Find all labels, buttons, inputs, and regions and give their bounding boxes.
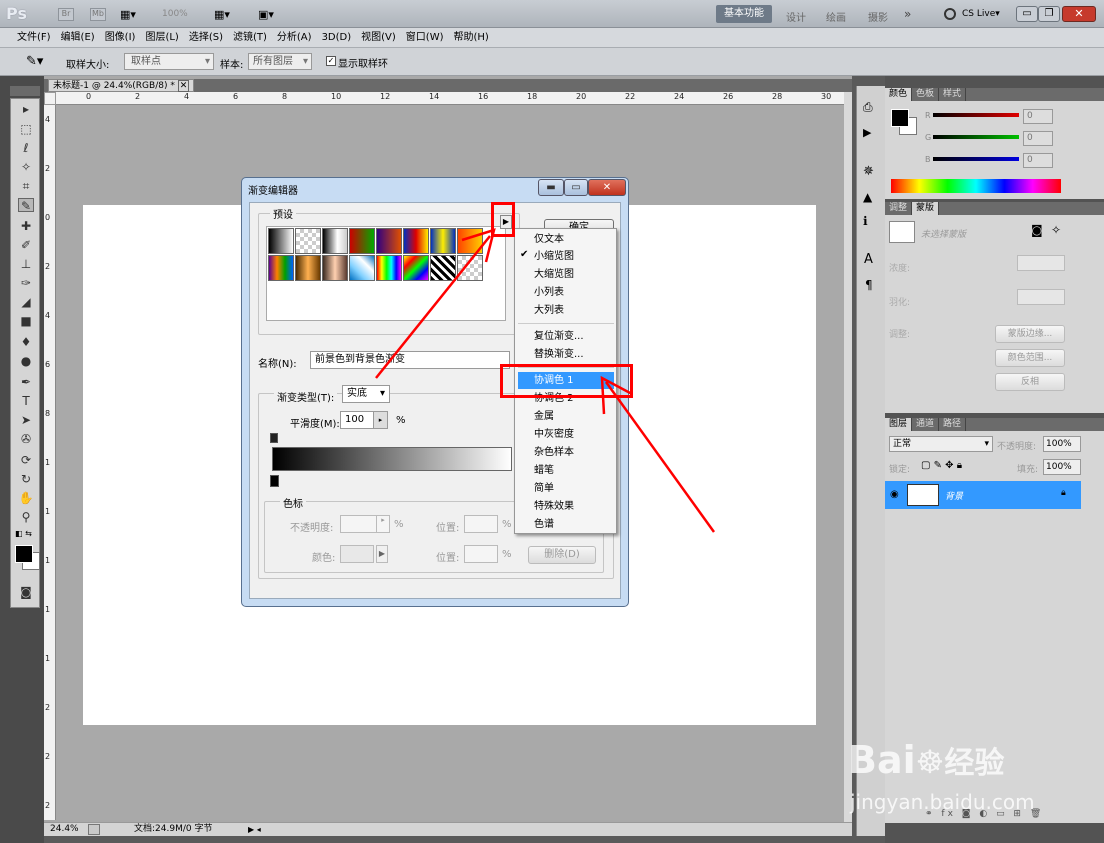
lock-label: 锁定:	[889, 465, 911, 475]
color-panel-foreground[interactable]	[891, 109, 909, 127]
annotation-arrow-line-2	[604, 381, 716, 533]
rgb-label: R	[925, 111, 931, 120]
tab-styles[interactable]: 样式	[939, 88, 967, 101]
masks-panel: 未选择蒙版 ◙ ✧ 浓度: 羽化: 调整: 蒙版边缘... 颜色范围... 反相	[885, 215, 1104, 413]
collapsed-panels-strip: ⎙ ▶ ✵ ▲ ℹ A ¶	[856, 86, 885, 836]
watermark-bai: Bai	[848, 738, 916, 782]
layer-thumbnail	[907, 484, 939, 506]
fill-input[interactable]: 100%	[1043, 459, 1081, 475]
tab-masks[interactable]: 蒙版	[912, 202, 940, 215]
rgb-slider[interactable]	[933, 135, 1019, 139]
opacity-label: 不透明度:	[997, 442, 1037, 452]
rgb-slider[interactable]	[933, 113, 1019, 117]
tab-paths[interactable]: 路径	[939, 418, 967, 431]
lock-icons[interactable]: ▢ ✎ ✥ 🔒︎	[921, 460, 962, 471]
tab-adjustments[interactable]: 调整	[885, 202, 913, 215]
density-input[interactable]	[1017, 255, 1065, 271]
color-range-button[interactable]: 颜色范围...	[995, 349, 1065, 367]
character-icon[interactable]: A	[864, 252, 873, 267]
tab-layers[interactable]: 图层	[885, 418, 913, 431]
blend-mode-select[interactable]: 正常 ▾	[889, 436, 993, 452]
pixel-mask-icon[interactable]: ◙	[1031, 223, 1043, 237]
fill-label: 填充:	[1017, 465, 1039, 475]
visibility-eye-icon[interactable]: ◉	[890, 489, 899, 500]
blend-mode-value: 正常	[893, 439, 912, 449]
layers-panel-header: 图层 通道 路径	[885, 418, 1104, 431]
annotation-arrow-line-1	[375, 235, 491, 379]
rgb-label: B	[925, 155, 931, 164]
actions-icon[interactable]: ▶	[863, 126, 871, 139]
rgb-value-input[interactable]: 0	[1023, 153, 1053, 168]
tab-channels[interactable]: 通道	[912, 418, 940, 431]
rgb-value-input[interactable]: 0	[1023, 131, 1053, 146]
invert-button[interactable]: 反相	[995, 373, 1065, 391]
color-spectrum-bar[interactable]	[891, 179, 1061, 193]
tab-swatches[interactable]: 色板	[912, 88, 940, 101]
rgb-label: G	[925, 133, 932, 142]
info-icon[interactable]: ℹ	[863, 214, 868, 228]
layer-row-background[interactable]: ◉ 背景 🔒︎	[885, 481, 1081, 509]
watermark-jingyan: 经验	[944, 746, 1005, 781]
rgb-value-input[interactable]: 0	[1023, 109, 1053, 124]
info-image-icon[interactable]: ▲	[863, 190, 872, 204]
watermark-logo: Bai☸经验	[848, 738, 1004, 782]
feather-input[interactable]	[1017, 289, 1065, 305]
refine-label: 调整:	[889, 330, 911, 340]
watermark-paw-icon: ☸	[915, 743, 945, 781]
3d-panel-icon[interactable]: ✵	[863, 164, 874, 179]
vector-mask-icon[interactable]: ✧	[1051, 223, 1061, 237]
opacity-input[interactable]: 100%	[1043, 436, 1081, 452]
tab-color[interactable]: 颜色	[885, 88, 913, 101]
watermark-url: jingyan.baidu.com	[850, 790, 1035, 814]
color-panel-header: 颜色 色板 样式	[885, 88, 1104, 101]
masks-panel-header: 调整 蒙版	[885, 202, 1104, 215]
density-label: 浓度:	[889, 264, 911, 274]
foreground-color-swatch[interactable]	[15, 545, 33, 563]
feather-label: 羽化:	[889, 298, 911, 308]
color-panel: R 0 G 0 B 0	[885, 101, 1104, 199]
mask-edge-button[interactable]: 蒙版边缘...	[995, 325, 1065, 343]
rgb-slider[interactable]	[933, 157, 1019, 161]
right-panels: 颜色 色板 样式 R 0 G 0 B 0 调整 蒙版 未选择蒙版 ◙ ✧ 浓度: 羽化: 调整:…	[885, 76, 1104, 843]
annotation-arrowhead-1	[461, 228, 496, 263]
mask-status: 未选择蒙版	[921, 230, 967, 240]
layer-name[interactable]: 背景	[945, 489, 963, 502]
history-icon[interactable]: ⎙	[863, 100, 873, 115]
layer-lock-icon: 🔒︎	[1061, 488, 1066, 498]
paragraph-icon[interactable]: ¶	[865, 278, 873, 292]
mask-thumbnail	[889, 221, 915, 243]
